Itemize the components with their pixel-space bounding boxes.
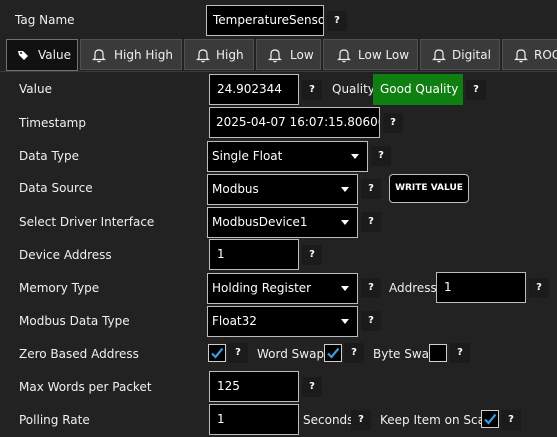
modbus-data-type-label: Modbus Data Type bbox=[19, 314, 130, 328]
address-label: Address bbox=[389, 281, 437, 295]
tab-roc-label: ROC bbox=[534, 48, 557, 62]
driver-interface-label: Select Driver Interface bbox=[19, 215, 155, 229]
word-swap-label: Word Swap bbox=[257, 347, 325, 361]
polling-rate-help-button[interactable]: ? bbox=[351, 410, 371, 430]
zero-based-address-label: Zero Based Address bbox=[19, 347, 139, 361]
timestamp-help-button[interactable]: ? bbox=[383, 113, 403, 133]
max-words-label: Max Words per Packet bbox=[19, 380, 152, 394]
word-swap-checkbox[interactable] bbox=[324, 344, 342, 362]
chevron-down-icon bbox=[341, 319, 349, 324]
tab-roc[interactable]: ROC bbox=[502, 39, 557, 70]
driver-interface-select[interactable]: ModbusDevice1 bbox=[207, 207, 358, 238]
memory-type-help-button[interactable]: ? bbox=[361, 278, 381, 298]
driver-interface-value: ModbusDevice1 bbox=[212, 215, 308, 229]
tab-high-high-label: High High bbox=[114, 48, 173, 62]
device-address-input[interactable]: 1 bbox=[209, 239, 299, 270]
address-help-button[interactable]: ? bbox=[529, 278, 549, 298]
bell-icon bbox=[196, 49, 210, 63]
tab-low[interactable]: Low bbox=[256, 39, 321, 70]
tab-high[interactable]: High bbox=[184, 39, 254, 70]
max-words-input[interactable]: 125 bbox=[209, 371, 299, 402]
data-type-label: Data Type bbox=[19, 149, 80, 163]
memory-type-select[interactable]: Holding Register bbox=[207, 273, 358, 304]
chevron-down-icon bbox=[351, 154, 359, 159]
byte-swap-checkbox[interactable] bbox=[429, 344, 447, 362]
chevron-down-icon bbox=[341, 220, 349, 225]
bell-icon bbox=[92, 49, 106, 63]
data-source-select[interactable]: Modbus bbox=[207, 174, 358, 205]
memory-type-value: Holding Register bbox=[212, 281, 312, 295]
timestamp-label: Timestamp bbox=[19, 116, 86, 130]
chevron-down-icon bbox=[341, 286, 349, 291]
value-label: Value bbox=[19, 82, 52, 96]
data-source-value: Modbus bbox=[212, 182, 259, 196]
data-type-select[interactable]: Single Float bbox=[207, 141, 368, 172]
data-type-value: Single Float bbox=[212, 149, 283, 163]
device-address-help-button[interactable]: ? bbox=[302, 245, 322, 265]
zero-based-address-checkbox[interactable] bbox=[208, 344, 226, 362]
driver-interface-help-button[interactable]: ? bbox=[361, 212, 381, 232]
keep-item-on-scan-help-button[interactable]: ? bbox=[501, 410, 521, 430]
address-input[interactable]: 1 bbox=[436, 272, 526, 303]
zero-based-address-help-button[interactable]: ? bbox=[228, 343, 248, 363]
max-words-help-button[interactable]: ? bbox=[302, 377, 322, 397]
polling-rate-input[interactable]: 1 bbox=[209, 404, 299, 435]
tab-bar: Value High High High Low Low Low Digital… bbox=[0, 39, 557, 72]
timestamp-input[interactable]: 2025-04-07 16:07:15.8060690 bbox=[209, 107, 380, 138]
checkmark-icon bbox=[211, 347, 224, 359]
tab-digital[interactable]: Digital bbox=[420, 39, 500, 70]
modbus-data-type-value: Float32 bbox=[212, 314, 257, 328]
tag-name-input[interactable]: TemperatureSensor bbox=[206, 5, 324, 36]
quality-label: Quality bbox=[332, 82, 375, 96]
keep-item-on-scan-checkbox[interactable] bbox=[481, 410, 499, 428]
bell-icon bbox=[432, 49, 446, 63]
keep-item-on-scan-label: Keep Item on Scan bbox=[380, 413, 493, 427]
byte-swap-help-button[interactable]: ? bbox=[450, 343, 470, 363]
tab-value-label: Value bbox=[38, 48, 71, 62]
device-address-label: Device Address bbox=[19, 248, 112, 262]
tab-low-low[interactable]: Low Low bbox=[323, 39, 418, 70]
tab-low-low-label: Low Low bbox=[358, 48, 410, 62]
word-swap-help-button[interactable]: ? bbox=[344, 343, 364, 363]
checkmark-icon bbox=[484, 413, 497, 425]
tab-digital-label: Digital bbox=[452, 48, 491, 62]
modbus-data-type-select[interactable]: Float32 bbox=[207, 306, 358, 337]
memory-type-label: Memory Type bbox=[19, 281, 100, 295]
chevron-down-icon bbox=[341, 187, 349, 192]
polling-rate-label: Polling Rate bbox=[19, 413, 90, 427]
modbus-data-type-help-button[interactable]: ? bbox=[361, 311, 381, 331]
tab-value[interactable]: Value bbox=[6, 39, 78, 71]
value-input[interactable]: 24.902344 bbox=[209, 74, 299, 105]
bell-icon bbox=[514, 49, 528, 63]
data-source-help-button[interactable]: ? bbox=[361, 179, 381, 199]
tag-name-label: Tag Name bbox=[15, 13, 75, 27]
checkmark-icon bbox=[327, 347, 340, 359]
value-help-button[interactable]: ? bbox=[302, 80, 322, 100]
bell-icon bbox=[337, 49, 351, 63]
tab-high-label: High bbox=[216, 48, 244, 62]
tab-low-label: Low bbox=[290, 48, 314, 62]
byte-swap-label: Byte Swap bbox=[373, 347, 437, 361]
tab-high-high[interactable]: High High bbox=[80, 39, 182, 70]
write-value-button[interactable]: WRITE VALUE bbox=[389, 174, 469, 203]
tag-name-help-button[interactable]: ? bbox=[327, 11, 347, 31]
quality-help-button[interactable]: ? bbox=[466, 80, 486, 100]
quality-status-badge: Good Quality bbox=[373, 74, 463, 105]
data-source-label: Data Source bbox=[19, 181, 93, 195]
tag-icon bbox=[18, 51, 28, 60]
bell-icon bbox=[268, 49, 282, 63]
data-type-help-button[interactable]: ? bbox=[371, 146, 391, 166]
seconds-label: Seconds bbox=[303, 413, 354, 427]
